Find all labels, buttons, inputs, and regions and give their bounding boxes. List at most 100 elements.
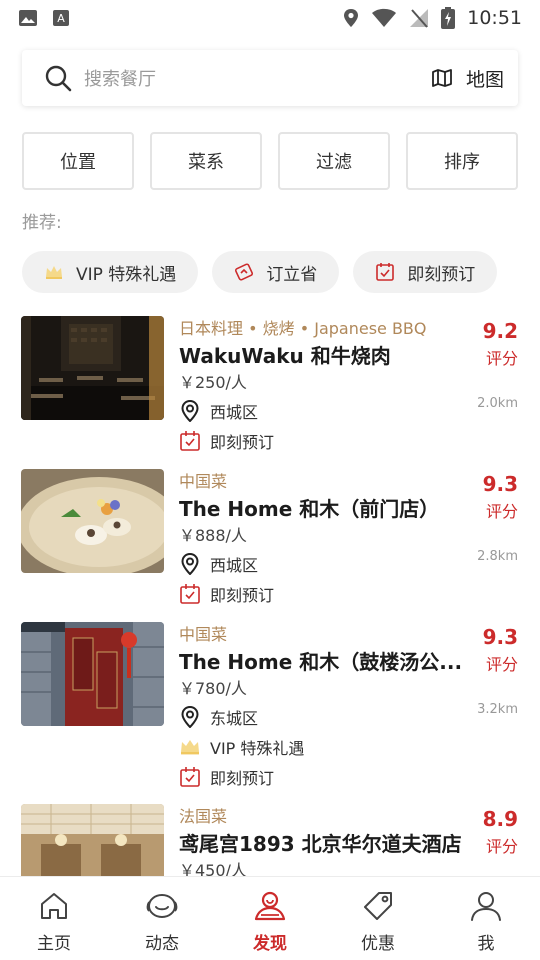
- map-label: 地图: [465, 68, 504, 91]
- score-value: 9.2: [482, 319, 518, 343]
- nav-feed[interactable]: 动态: [108, 877, 216, 960]
- location-pin-icon: [181, 400, 199, 422]
- battery-charging-icon: [441, 7, 456, 29]
- calendar-check-icon: [180, 431, 200, 451]
- score-value: 9.3: [482, 472, 518, 496]
- home-icon: [41, 893, 67, 919]
- bottom-nav: 主页 动态 发现 优惠 我: [0, 876, 540, 960]
- restaurant-tag-row: 即刻预订: [179, 762, 479, 792]
- restaurant-price: ￥888/人: [179, 526, 247, 545]
- map-button[interactable]: 地图: [432, 65, 504, 92]
- restaurant-photo: [21, 804, 164, 876]
- score-label: 评分: [485, 655, 518, 674]
- restaurant-info: 中国菜 The Home 和木（前门店） ￥888/人 西城区 即刻预订: [179, 469, 479, 609]
- restaurant-item[interactable]: 中国菜 The Home 和木（鼓楼汤公... ￥780/人 东城区 VIP 特…: [0, 622, 540, 792]
- search-icon: [45, 65, 72, 92]
- chip-vip[interactable]: VIP 特殊礼遇: [22, 251, 199, 293]
- map-icon: [432, 69, 452, 87]
- coupon-icon: [235, 263, 254, 281]
- calendar-check-icon: [180, 584, 200, 604]
- wifi-icon: [372, 8, 397, 27]
- filter-bar: 位置 菜系 过滤 排序: [22, 132, 518, 190]
- text-app-icon: A: [53, 10, 69, 26]
- restaurant-name: The Home 和木（前门店）: [179, 497, 440, 521]
- image-icon: [19, 10, 37, 26]
- svg-text:A: A: [57, 12, 65, 25]
- feed-icon: [146, 894, 178, 918]
- restaurant-price: ￥780/人: [179, 679, 247, 698]
- restaurant-district-row: 西城区: [179, 549, 479, 579]
- restaurant-score: 8.9 评分: [458, 804, 518, 860]
- location-pin-icon: [181, 553, 199, 575]
- chip-instant-booking[interactable]: 即刻预订: [353, 251, 498, 293]
- status-time: 10:51: [467, 7, 522, 29]
- nav-label: 优惠: [361, 934, 395, 954]
- restaurant-cuisine: 日本料理 • 烧烤 • Japanese BBQ: [179, 319, 427, 338]
- restaurant-name: WakuWaku 和牛烧肉: [179, 344, 391, 368]
- restaurant-tag: 即刻预订: [210, 586, 275, 605]
- restaurant-info: 法国菜 鸢尾宫1893 北京华尔道夫酒店 ￥450/人: [179, 804, 479, 876]
- restaurant-district: 东城区: [210, 709, 259, 728]
- restaurant-item[interactable]: 中国菜 The Home 和木（前门店） ￥888/人 西城区 即刻预订 9.3…: [0, 469, 540, 609]
- calendar-check-icon: [180, 767, 200, 787]
- restaurant-district-row: 东城区: [179, 702, 479, 732]
- calendar-check-icon: [376, 263, 395, 281]
- restaurant-name: The Home 和木（鼓楼汤公...: [179, 650, 463, 674]
- restaurant-cuisine: 法国菜: [179, 807, 228, 826]
- score-label: 评分: [485, 837, 518, 856]
- restaurant-price: ￥250/人: [179, 373, 247, 392]
- discover-icon: [254, 891, 286, 921]
- nav-label: 动态: [145, 934, 179, 954]
- filter-cuisine-button[interactable]: 菜系: [150, 132, 262, 190]
- restaurant-tag-row: 即刻预订: [179, 579, 479, 609]
- filter-sort-button[interactable]: 排序: [406, 132, 518, 190]
- filter-filter-button[interactable]: 过滤: [278, 132, 390, 190]
- restaurant-tag-row: 即刻预订: [179, 426, 479, 456]
- recommend-chips: VIP 特殊礼遇 订立省 即刻预订: [22, 251, 498, 293]
- location-pin-icon: [181, 706, 199, 728]
- chip-save[interactable]: 订立省: [212, 251, 340, 293]
- restaurant-score: 9.3 评分: [458, 469, 518, 525]
- chip-label: 即刻预订: [407, 264, 476, 285]
- restaurant-cuisine: 中国菜: [179, 625, 228, 644]
- nav-label: 主页: [37, 934, 71, 954]
- nav-profile[interactable]: 我: [432, 877, 540, 960]
- nav-label: 发现: [253, 934, 287, 954]
- restaurant-tag: 即刻预订: [210, 433, 275, 452]
- restaurant-tag: 即刻预订: [210, 769, 275, 788]
- restaurant-score: 9.2 评分: [458, 316, 518, 372]
- filter-location-button[interactable]: 位置: [22, 132, 134, 190]
- restaurant-distance: 3.2km: [477, 702, 518, 717]
- restaurant-item[interactable]: 法国菜 鸢尾宫1893 北京华尔道夫酒店 ￥450/人 8.9 评分: [0, 804, 540, 876]
- restaurant-district: 西城区: [210, 403, 259, 422]
- score-label: 评分: [485, 349, 518, 368]
- restaurant-photo: [21, 469, 164, 573]
- search-input[interactable]: 搜索餐厅: [84, 65, 432, 91]
- chip-label: VIP 特殊礼遇: [76, 264, 177, 285]
- search-bar[interactable]: 搜索餐厅 地图: [22, 50, 518, 106]
- nav-deals[interactable]: 优惠: [324, 877, 432, 960]
- score-value: 8.9: [482, 807, 518, 831]
- restaurant-item[interactable]: 日本料理 • 烧烤 • Japanese BBQ WakuWaku 和牛烧肉 ￥…: [0, 316, 540, 456]
- restaurant-vip-row: VIP 特殊礼遇: [179, 732, 479, 762]
- restaurant-photo: [21, 622, 164, 726]
- restaurant-district: 西城区: [210, 556, 259, 575]
- score-value: 9.3: [482, 625, 518, 649]
- crown-icon: [46, 266, 62, 279]
- nav-discover[interactable]: 发现: [216, 877, 324, 960]
- restaurant-score: 9.3 评分: [458, 622, 518, 678]
- tag-icon: [364, 892, 392, 920]
- nav-home[interactable]: 主页: [0, 877, 108, 960]
- status-bar: A 10:51: [0, 0, 540, 36]
- chip-label: 订立省: [266, 264, 318, 285]
- restaurant-district-row: 西城区: [179, 396, 479, 426]
- crown-icon: [181, 740, 199, 755]
- restaurant-distance: 2.8km: [477, 549, 518, 564]
- nav-label: 我: [477, 934, 495, 954]
- restaurant-cuisine: 中国菜: [179, 472, 228, 491]
- restaurant-price: ￥450/人: [179, 861, 247, 876]
- restaurant-info: 中国菜 The Home 和木（鼓楼汤公... ￥780/人 东城区 VIP 特…: [179, 622, 479, 792]
- profile-icon: [471, 892, 501, 921]
- restaurant-distance: 2.0km: [477, 396, 518, 411]
- location-icon: [344, 9, 359, 27]
